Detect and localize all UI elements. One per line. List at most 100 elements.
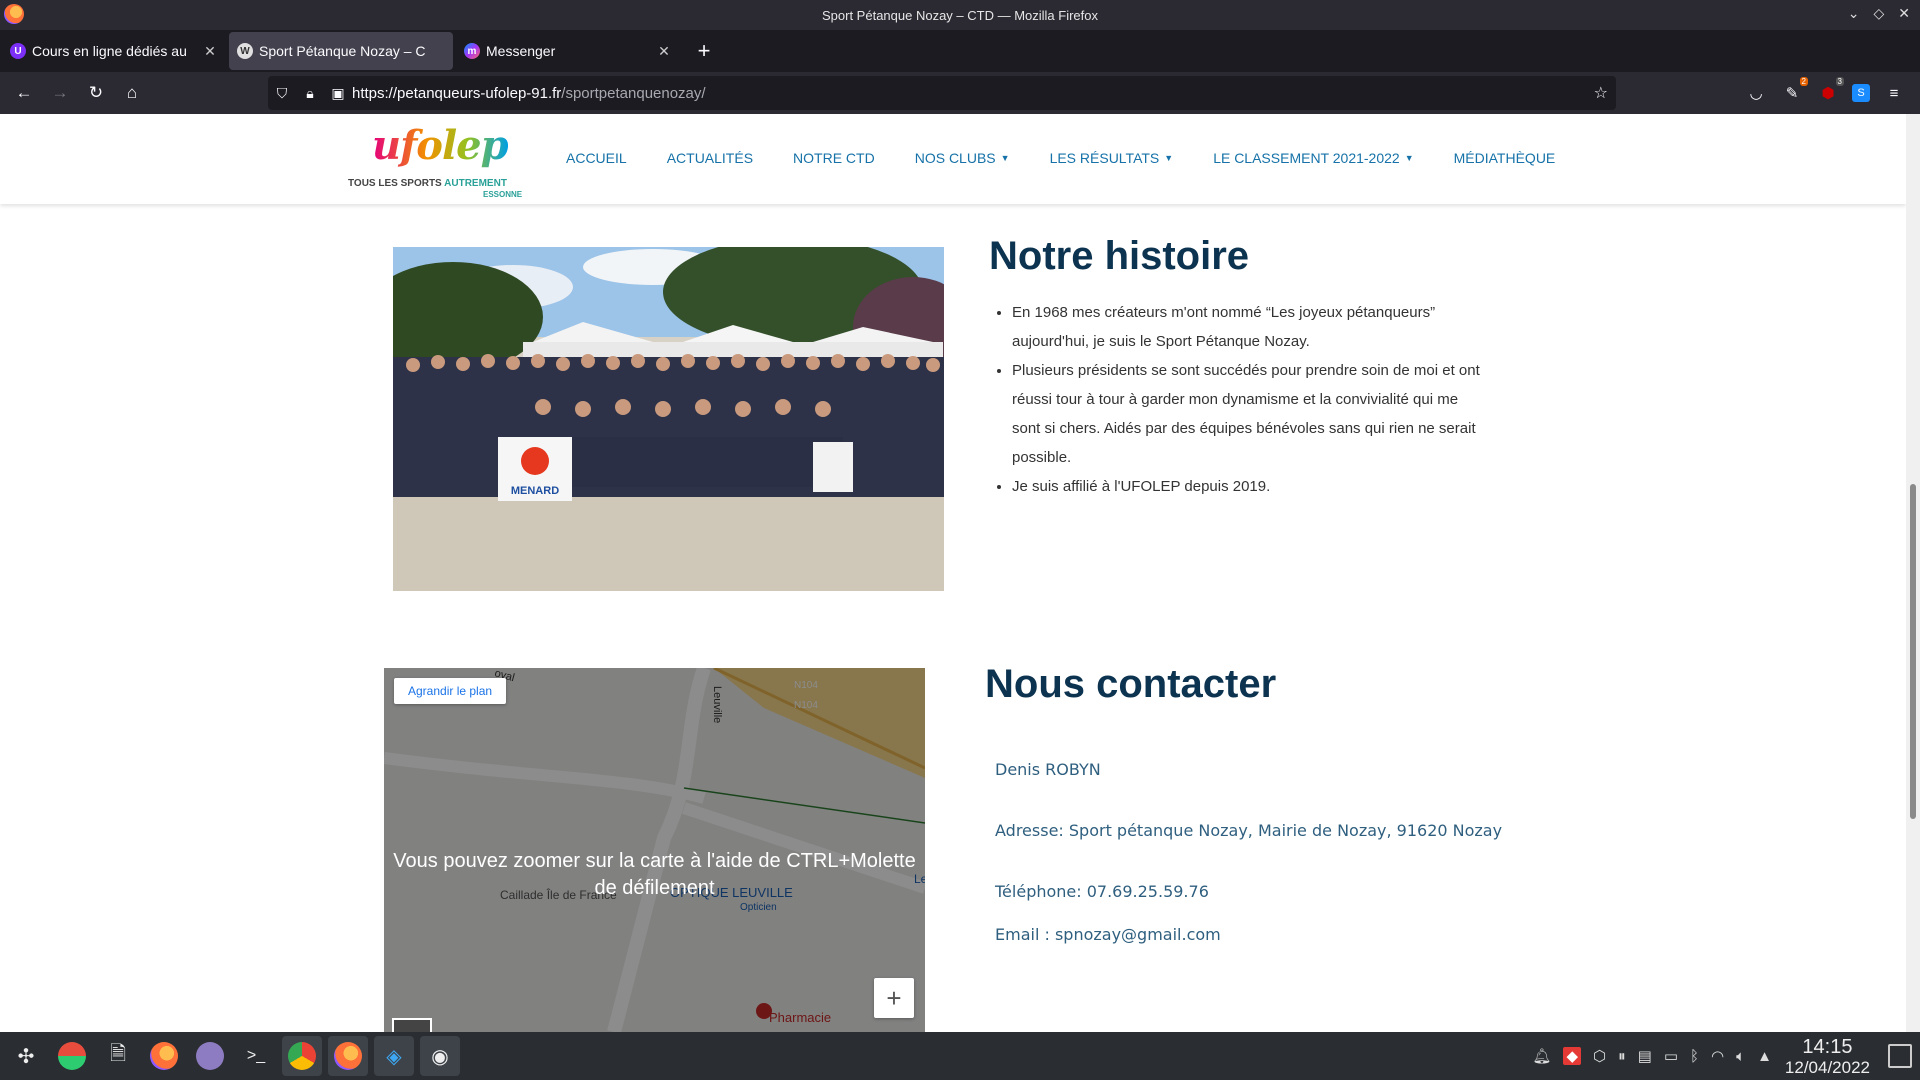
- clipboard-icon[interactable]: ▤: [1638, 1047, 1652, 1065]
- menu-actualites[interactable]: ACTUALITÉS: [667, 150, 753, 166]
- tab-bar: U Cours en ligne dédiés au ✕ W Sport Pét…: [0, 30, 1920, 72]
- menu-accueil[interactable]: ACCUEIL: [566, 150, 627, 166]
- udemy-icon: U: [10, 43, 26, 59]
- url-host: https://petanqueurs-ufolep-91.fr: [352, 84, 562, 102]
- histoire-title: Notre histoire: [989, 234, 1250, 278]
- logo-tagline: TOUS LES SPORTS AUTREMENT: [348, 178, 507, 189]
- hamburger-menu-icon[interactable]: ≡: [1882, 81, 1906, 105]
- menu-nos-clubs[interactable]: NOS CLUBS ▼: [915, 150, 1010, 166]
- chrome-app-icon[interactable]: [282, 1036, 322, 1076]
- group-photo-drawing: MENARD: [393, 247, 944, 591]
- ublock-badge: 3: [1835, 77, 1844, 86]
- extension-icon[interactable]: ✎ 2: [1780, 77, 1808, 105]
- menu-notre-ctd[interactable]: NOTRE CTD: [793, 150, 875, 166]
- map-zoom-in-button[interactable]: +: [874, 978, 914, 1018]
- photo-sign-text: MENARD: [511, 485, 559, 497]
- forward-button[interactable]: →: [42, 77, 78, 109]
- app-launcher-icon[interactable]: ✣: [6, 1036, 46, 1076]
- wordpress-icon: W: [237, 43, 253, 59]
- s-extension-icon[interactable]: S: [1852, 84, 1870, 102]
- document-app-icon[interactable]: 🗎︎: [98, 1036, 138, 1076]
- chevron-down-icon: ▼: [1164, 153, 1174, 163]
- terminal-app-icon[interactable]: >_: [236, 1036, 276, 1076]
- window-titlebar: Sport Pétanque Nozay – CTD — Mozilla Fir…: [0, 0, 1920, 30]
- main-menu: ACCUEIL ACTUALITÉS NOTRE CTD NOS CLUBS ▼ …: [566, 150, 1595, 166]
- extension-badge: 2: [1799, 77, 1808, 86]
- tab-label: Cours en ligne dédiés au: [32, 43, 187, 59]
- shield-icon[interactable]: ⛉: [268, 85, 296, 102]
- anydesk-icon[interactable]: ◆: [1563, 1047, 1582, 1065]
- menu-mediatheque[interactable]: MÉDIATHÈQUE: [1454, 150, 1556, 166]
- volume-icon[interactable]: 🔈︎: [1736, 1048, 1745, 1065]
- contact-name: Denis ROBYN: [995, 760, 1101, 779]
- tab-label: Sport Pétanque Nozay – C: [259, 43, 426, 59]
- ublock-icon[interactable]: ⬢ 3: [1816, 77, 1844, 105]
- tab-messenger[interactable]: m Messenger ✕: [456, 32, 680, 70]
- lock-icon[interactable]: 🔒︎: [296, 85, 324, 102]
- enlarge-map-button[interactable]: Agrandir le plan: [394, 678, 507, 704]
- contact-email[interactable]: Email : spnozay@gmail.com: [995, 925, 1221, 944]
- chevron-down-icon: ▼: [1404, 153, 1414, 163]
- menu-classement[interactable]: LE CLASSEMENT 2021-2022 ▼: [1213, 150, 1413, 166]
- tray-expand-icon[interactable]: ▲: [1757, 1048, 1772, 1065]
- contact-title: Nous contacter: [985, 662, 1277, 706]
- settings-app-icon[interactable]: [52, 1036, 92, 1076]
- bookmark-star-icon[interactable]: ☆: [1594, 83, 1608, 103]
- clock-date: 12/04/2022: [1784, 1058, 1870, 1077]
- window-title: Sport Pétanque Nozay – CTD — Mozilla Fir…: [822, 7, 1098, 23]
- histoire-item: Je suis affilié à l'UFOLEP depuis 2019.: [1012, 472, 1490, 501]
- obs-app-icon[interactable]: ◉: [420, 1036, 460, 1076]
- close-tab-icon[interactable]: ✕: [202, 43, 218, 60]
- clock[interactable]: 14:15 12/04/2022: [1785, 1036, 1870, 1078]
- contact-address: Adresse: Sport pétanque Nozay, Mairie de…: [995, 821, 1503, 840]
- histoire-list: En 1968 mes créateurs m'ont nommé “Les j…: [1000, 298, 1490, 501]
- permissions-icon[interactable]: ▣: [324, 85, 352, 102]
- folder-app-icon[interactable]: [190, 1036, 230, 1076]
- firefox-icon: [4, 4, 24, 24]
- new-tab-button[interactable]: +: [689, 36, 719, 66]
- wifi-icon[interactable]: ◠: [1711, 1047, 1724, 1065]
- url-path: /sportpetanquenozay/: [561, 84, 706, 102]
- tab-label: Messenger: [486, 43, 556, 59]
- minimize-icon[interactable]: ⌄: [1848, 5, 1860, 22]
- notification-icon[interactable]: 🔔︎: [1532, 1047, 1551, 1065]
- chevron-down-icon: ▼: [1000, 153, 1010, 163]
- google-map[interactable]: N104 N104 Leuville oyal OPTIQUE LEUVILLE…: [384, 668, 925, 1032]
- clock-time: 14:15: [1802, 1036, 1853, 1058]
- map-zoom-message: Vous pouvez zoomer sur la carte à l'aide…: [393, 850, 916, 899]
- home-button[interactable]: ⌂: [114, 77, 150, 109]
- firefox-active-icon[interactable]: [328, 1036, 368, 1076]
- map-layer-toggle[interactable]: [392, 1018, 432, 1032]
- restore-icon[interactable]: ◇: [1873, 5, 1884, 22]
- close-window-icon[interactable]: ✕: [1898, 5, 1910, 22]
- scrollbar-thumb[interactable]: [1910, 484, 1916, 819]
- back-button[interactable]: ←: [6, 77, 42, 109]
- media-pause-icon[interactable]: ⏸︎: [1618, 1048, 1626, 1065]
- messenger-icon: m: [464, 43, 480, 59]
- tab-sport-petanque[interactable]: W Sport Pétanque Nozay – C: [229, 32, 453, 70]
- os-taskbar: ✣ 🗎︎ >_ ◈ ◉ 🔔︎ ◆ ⬡ ⏸︎ ▤ ▭ ᛒ ◠ 🔈︎ ▲ 14:15…: [0, 1032, 1920, 1080]
- vscode-app-icon[interactable]: ◈: [374, 1036, 414, 1076]
- url-bar[interactable]: ⛉ 🔒︎ ▣ https://petanqueurs-ufolep-91.fr /…: [268, 76, 1616, 110]
- close-tab-icon[interactable]: ✕: [656, 43, 672, 60]
- bluetooth-icon[interactable]: ᛒ: [1690, 1048, 1699, 1065]
- logo-word: ufolep: [372, 122, 509, 169]
- dropbox-icon[interactable]: ⬡: [1593, 1047, 1606, 1065]
- web-page: ufolep TOUS LES SPORTS AUTREMENT ESSONNE…: [0, 114, 1906, 1032]
- system-tray: 🔔︎ ◆ ⬡ ⏸︎ ▤ ▭ ᛒ ◠ 🔈︎ ▲: [1532, 1032, 1772, 1080]
- contact-phone: Téléphone: 07.69.25.59.76: [995, 882, 1209, 901]
- logo-sub: ESSONNE: [483, 190, 523, 199]
- histoire-item: En 1968 mes créateurs m'ont nommé “Les j…: [1012, 298, 1490, 356]
- page-scrollbar[interactable]: [1906, 114, 1920, 1032]
- navigation-toolbar: ← → ↻ ⌂ ⛉ 🔒︎ ▣ https://petanqueurs-ufole…: [0, 72, 1920, 114]
- menu-les-resultats[interactable]: LES RÉSULTATS ▼: [1050, 150, 1174, 166]
- reload-button[interactable]: ↻: [78, 77, 114, 109]
- firefox-taskbar-icon[interactable]: [144, 1036, 184, 1076]
- show-desktop-button[interactable]: [1888, 1044, 1912, 1068]
- pocket-icon[interactable]: ◡: [1744, 81, 1768, 105]
- group-photo: MENARD: [393, 247, 944, 591]
- histoire-item: Plusieurs présidents se sont succédés po…: [1012, 356, 1490, 472]
- ufolep-logo[interactable]: ufolep TOUS LES SPORTS AUTREMENT ESSONNE: [348, 122, 528, 199]
- battery-icon[interactable]: ▭: [1664, 1047, 1678, 1065]
- tab-cours[interactable]: U Cours en ligne dédiés au ✕: [2, 32, 226, 70]
